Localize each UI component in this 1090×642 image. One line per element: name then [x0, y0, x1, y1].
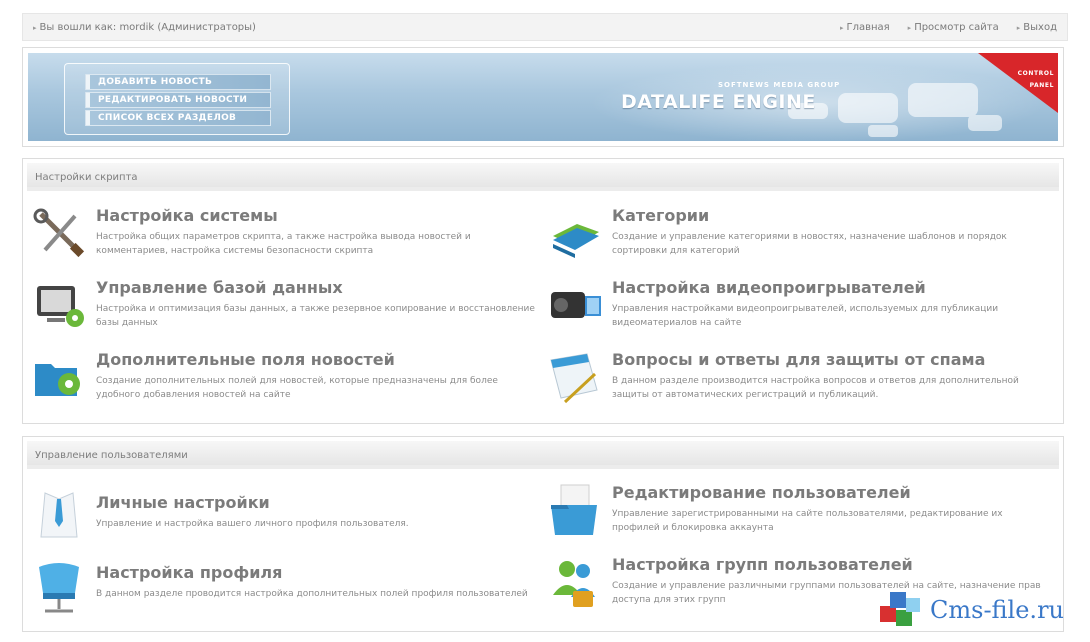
item-desc: Управление и настройка вашего личного пр… — [96, 519, 409, 529]
item-title: Управление базой данных — [96, 278, 343, 297]
item-title: Настройка системы — [96, 206, 278, 225]
item-desc: Создание и управление категориями в ново… — [612, 232, 1007, 256]
profile-settings-item[interactable]: Настройка профиля В данном разделе прово… — [29, 559, 529, 623]
item-title: Редактирование пользователей — [612, 483, 911, 502]
item-title: Дополнительные поля новостей — [96, 350, 395, 369]
login-status: ▸ Вы вошли как: mordik (Администраторы) — [33, 21, 256, 33]
list-sections-button[interactable]: Список всех разделов — [85, 110, 271, 126]
watermark-text: Cms-file.ru — [930, 596, 1064, 624]
logo: DATALIFE ENGINE — [621, 91, 816, 113]
logo-subtitle: SOFTNEWS MEDIA GROUP — [718, 81, 841, 89]
folders-icon — [553, 224, 599, 258]
item-desc: В данном разделе производится настройка … — [612, 376, 1019, 400]
system-settings-item[interactable]: Настройка системы Настройка общих параме… — [29, 206, 529, 270]
chair-icon — [39, 563, 79, 613]
extra-fields-item[interactable]: Дополнительные поля новостей Создание до… — [29, 350, 529, 414]
view-site-link[interactable]: ▸ Просмотр сайта — [908, 22, 999, 33]
categories-item[interactable]: Категории Создание и управление категори… — [545, 206, 1045, 270]
item-desc: Создание дополнительных полей для новост… — [96, 376, 498, 400]
notepad-pen-icon — [550, 353, 598, 404]
item-desc: Управление зарегистрированными на сайте … — [612, 509, 1003, 533]
personal-settings-item[interactable]: Личные настройки Управление и настройка … — [29, 487, 529, 551]
logout-link[interactable]: ▸ Выход — [1017, 22, 1057, 33]
folder-users-icon — [551, 484, 597, 535]
video-camera-icon — [551, 292, 601, 318]
item-title: Вопросы и ответы для защиты от спама — [612, 350, 986, 369]
spam-questions-item[interactable]: Вопросы и ответы для защиты от спама В д… — [545, 350, 1045, 414]
item-desc: Настройка общих параметров скрипта, а та… — [96, 232, 471, 256]
item-title: Категории — [612, 206, 710, 225]
quick-menu: Добавить новость Редактировать новости С… — [64, 63, 290, 135]
video-players-item[interactable]: Настройка видеопроигрывателей Управления… — [545, 278, 1045, 342]
edit-users-item[interactable]: Редактирование пользователей Управление … — [545, 483, 1045, 547]
cubes-logo-icon — [880, 592, 920, 626]
section-title: Настройки скрипта — [27, 163, 1059, 191]
home-link[interactable]: ▸ Главная — [840, 22, 890, 33]
script-settings-panel: Настройки скрипта Настройка системы Наст… — [22, 158, 1064, 424]
edit-news-button[interactable]: Редактировать новости — [85, 92, 271, 108]
tools-icon — [33, 208, 85, 258]
database-item[interactable]: Управление базой данных Настройка и опти… — [29, 278, 535, 342]
item-title: Настройка видеопроигрывателей — [612, 278, 926, 297]
item-title: Личные настройки — [96, 493, 270, 512]
database-monitor-icon — [37, 286, 84, 327]
control-panel-label: CONTROL PANEL — [1017, 70, 1054, 89]
item-desc: В данном разделе проводится настройка до… — [96, 589, 528, 599]
item-title: Настройка групп пользователей — [612, 555, 913, 574]
users-lock-icon — [553, 561, 595, 607]
top-bar: ▸ Вы вошли как: mordik (Администраторы) ▸… — [22, 13, 1068, 41]
add-news-button[interactable]: Добавить новость — [85, 74, 271, 90]
section-title: Управление пользователями — [27, 441, 1059, 469]
banner: Добавить новость Редактировать новости С… — [22, 47, 1064, 147]
shirt-tie-icon — [40, 492, 78, 538]
top-links: ▸ Главная ▸ Просмотр сайта ▸ Выход — [840, 22, 1057, 33]
login-status-text: Вы вошли как: mordik (Администраторы) — [39, 21, 256, 33]
watermark: Cms-file.ru — [880, 590, 1064, 630]
item-title: Настройка профиля — [96, 563, 283, 582]
item-desc: Управления настройками видеопроигрывател… — [612, 304, 999, 328]
item-desc: Настройка и оптимизация базы данных, а т… — [96, 304, 535, 328]
folder-gear-icon — [35, 364, 80, 396]
